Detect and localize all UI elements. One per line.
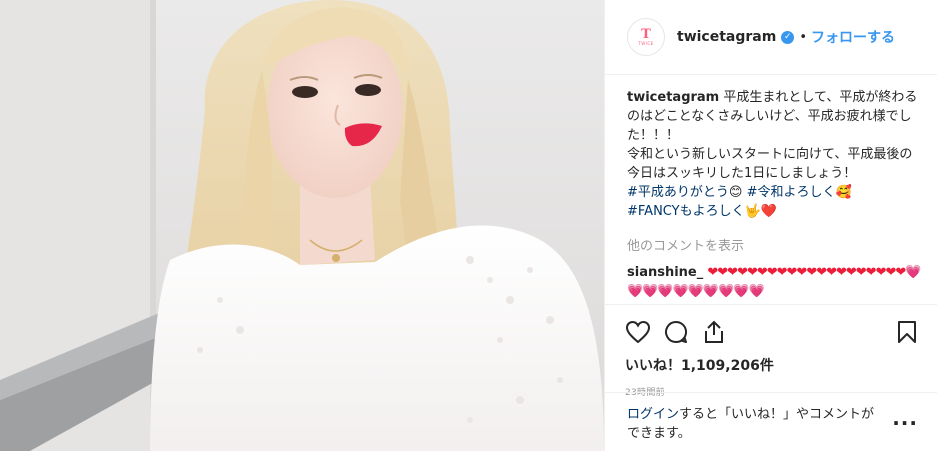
selfie-illustration bbox=[0, 0, 604, 451]
comment-bubble-icon[interactable] bbox=[663, 319, 689, 345]
login-prompt-bar: ログインすると「いいね！」やコメントができます。 ... bbox=[605, 392, 937, 451]
hashtag-reiwa-yoroshiku[interactable]: #令和よろしく bbox=[747, 185, 836, 200]
comment-username[interactable]: sianshine_ bbox=[627, 265, 703, 280]
header-separator: • bbox=[799, 29, 807, 45]
post-photo[interactable] bbox=[0, 0, 604, 451]
post-detail-panel: T TWICE twicetagram ✓ • フォローする twicetagr… bbox=[604, 0, 937, 451]
comment-item: sianshine_ ❤❤❤❤❤❤❤❤❤❤❤❤❤❤❤❤❤❤❤❤💗💗💗💗💗💗💗💗💗… bbox=[627, 263, 922, 301]
caption-emoji-smile: 😊 bbox=[728, 185, 743, 200]
login-link[interactable]: ログイン bbox=[627, 407, 679, 422]
view-more-comments-button[interactable]: 他のコメントを表示 bbox=[627, 235, 922, 254]
hashtag-fancy[interactable]: #FANCYもよろしく bbox=[627, 204, 745, 219]
more-options-icon[interactable]: ... bbox=[892, 408, 918, 428]
follow-button[interactable]: フォローする bbox=[811, 27, 895, 47]
comment-text-red-hearts: ❤❤❤❤❤❤❤❤❤❤❤❤❤❤❤❤❤❤❤❤ bbox=[707, 265, 906, 280]
avatar[interactable]: T TWICE bbox=[627, 18, 665, 56]
login-prompt-text: ログインすると「いいね！」やコメントができます。 bbox=[627, 405, 885, 443]
post-caption: twicetagram 平成生まれとして、平成が終わるのはどことなくさみしいけど… bbox=[627, 88, 922, 221]
avatar-letter: T bbox=[641, 27, 651, 42]
avatar-sub: TWICE bbox=[638, 41, 654, 46]
verified-badge-icon: ✓ bbox=[781, 30, 795, 44]
post-actions: いいね！1,109,206件 23時間前 bbox=[605, 304, 937, 398]
likes-count[interactable]: いいね！1,109,206件 bbox=[625, 355, 920, 375]
comments-list[interactable]: twicetagram 平成生まれとして、平成が終わるのはどことなくさみしいけど… bbox=[627, 88, 922, 302]
heart-outline-icon[interactable] bbox=[625, 319, 651, 345]
caption-emoji-rock: 🤟❤️ bbox=[744, 204, 777, 219]
header-username[interactable]: twicetagram bbox=[677, 29, 776, 45]
hashtag-heisei-arigatou[interactable]: #平成ありがとう bbox=[627, 185, 729, 200]
bookmark-icon[interactable] bbox=[894, 319, 920, 345]
caption-username[interactable]: twicetagram bbox=[627, 90, 719, 105]
post-header: T TWICE twicetagram ✓ • フォローする bbox=[605, 0, 937, 75]
twice-logo: T TWICE bbox=[638, 28, 653, 46]
caption-emoji-love: 🥰 bbox=[835, 185, 852, 200]
action-icon-row bbox=[625, 315, 920, 349]
share-upload-icon[interactable] bbox=[701, 319, 727, 345]
